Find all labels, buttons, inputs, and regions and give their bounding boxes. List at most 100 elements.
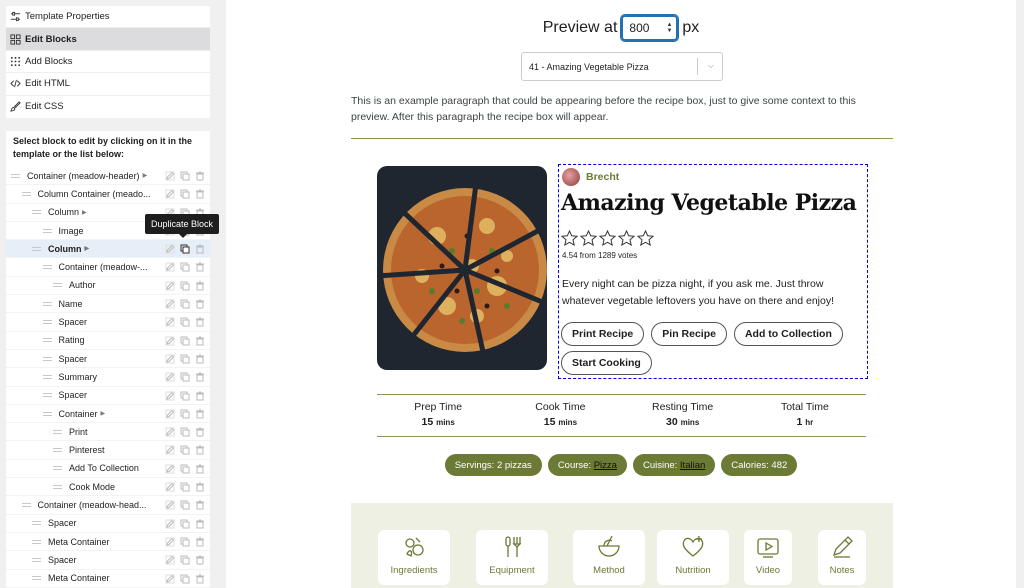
menu-add-blocks[interactable]: Add Blocks	[6, 51, 210, 74]
drag-handle-icon[interactable]	[32, 576, 41, 581]
edit-icon[interactable]	[165, 336, 175, 346]
edit-icon[interactable]	[165, 189, 175, 199]
duplicate-icon[interactable]	[180, 354, 190, 364]
trash-icon[interactable]	[195, 189, 205, 199]
menu-edit-html[interactable]: Edit HTML	[6, 73, 210, 96]
block-row[interactable]: Spacer	[6, 313, 210, 332]
edit-icon[interactable]	[165, 427, 175, 437]
drag-handle-icon[interactable]	[32, 246, 41, 251]
edit-icon[interactable]	[165, 574, 175, 584]
trash-icon[interactable]	[195, 171, 205, 181]
duplicate-icon[interactable]	[180, 464, 190, 474]
drag-handle-icon[interactable]	[11, 173, 20, 178]
block-row[interactable]: Column Container (meado...	[6, 185, 210, 204]
drag-handle-icon[interactable]	[53, 283, 62, 288]
block-row[interactable]: Name	[6, 295, 210, 314]
drag-handle-icon[interactable]	[42, 301, 52, 306]
nav-video[interactable]: Video	[744, 530, 792, 585]
block-row[interactable]: Container (meadow-head...	[6, 496, 210, 515]
trash-icon[interactable]	[195, 317, 205, 327]
menu-edit-blocks[interactable]: Edit Blocks	[6, 28, 210, 51]
trash-icon[interactable]	[195, 244, 205, 254]
preview-width-input[interactable]: 800 ▲ ▼	[621, 15, 679, 41]
drag-handle-icon[interactable]	[32, 521, 41, 526]
duplicate-icon[interactable]	[180, 317, 190, 327]
caret-right-icon[interactable]: ▶	[143, 172, 148, 179]
trash-icon[interactable]	[195, 427, 205, 437]
block-row[interactable]: Meta Container	[6, 533, 210, 552]
edit-icon[interactable]	[165, 281, 175, 291]
duplicate-icon[interactable]	[180, 409, 190, 419]
menu-template-properties[interactable]: Template Properties	[6, 6, 210, 29]
duplicate-icon[interactable]	[180, 537, 190, 547]
trash-icon[interactable]	[195, 336, 205, 346]
drag-handle-icon[interactable]	[42, 265, 52, 270]
duplicate-icon[interactable]	[180, 299, 190, 309]
start-cooking-button[interactable]: Start Cooking	[561, 351, 652, 375]
star-icon[interactable]	[599, 230, 616, 247]
edit-icon[interactable]	[165, 500, 175, 510]
duplicate-icon[interactable]	[180, 262, 190, 272]
drag-handle-icon[interactable]	[42, 374, 52, 379]
selected-column[interactable]: Brecht Amazing Vegetable Pizza 4.54 from…	[558, 164, 868, 379]
duplicate-icon[interactable]	[180, 244, 190, 254]
duplicate-icon[interactable]	[180, 445, 190, 455]
pin-recipe-button[interactable]: Pin Recipe	[651, 322, 727, 346]
edit-icon[interactable]	[165, 317, 175, 327]
spinner-icon[interactable]: ▲ ▼	[666, 22, 672, 34]
nav-notes[interactable]: Notes	[818, 530, 866, 585]
drag-handle-icon[interactable]	[42, 320, 52, 325]
block-row[interactable]: Spacer	[6, 350, 210, 369]
drag-handle-icon[interactable]	[21, 191, 31, 196]
trash-icon[interactable]	[195, 372, 205, 382]
duplicate-icon[interactable]	[180, 372, 190, 382]
edit-icon[interactable]	[165, 262, 175, 272]
edit-icon[interactable]	[165, 409, 175, 419]
block-row[interactable]: Container (meadow-...	[6, 258, 210, 277]
trash-icon[interactable]	[195, 391, 205, 401]
drag-handle-icon[interactable]	[21, 502, 31, 507]
drag-handle-icon[interactable]	[32, 557, 41, 562]
trash-icon[interactable]	[195, 299, 205, 309]
duplicate-icon[interactable]	[180, 281, 190, 291]
caret-right-icon[interactable]: ▶	[85, 245, 90, 252]
drag-handle-icon[interactable]	[32, 210, 41, 215]
trash-icon[interactable]	[195, 445, 205, 455]
trash-icon[interactable]	[195, 262, 205, 272]
drag-handle-icon[interactable]	[42, 411, 52, 416]
edit-icon[interactable]	[165, 244, 175, 254]
drag-handle-icon[interactable]	[53, 466, 62, 471]
edit-icon[interactable]	[165, 299, 175, 309]
block-row[interactable]: Cook Mode	[6, 478, 210, 497]
star-icon[interactable]	[580, 230, 597, 247]
edit-icon[interactable]	[165, 555, 175, 565]
edit-icon[interactable]	[165, 445, 175, 455]
edit-icon[interactable]	[165, 391, 175, 401]
duplicate-icon[interactable]	[180, 391, 190, 401]
drag-handle-icon[interactable]	[32, 539, 41, 544]
block-row[interactable]: Column ▶	[6, 240, 210, 259]
duplicate-icon[interactable]	[180, 189, 190, 199]
block-row[interactable]: Container (meadow-header) ▶	[6, 167, 210, 186]
block-row[interactable]: Add To Collection	[6, 460, 210, 479]
trash-icon[interactable]	[195, 464, 205, 474]
trash-icon[interactable]	[195, 281, 205, 291]
duplicate-icon[interactable]	[180, 574, 190, 584]
drag-handle-icon[interactable]	[42, 393, 52, 398]
block-row[interactable]: Rating	[6, 332, 210, 350]
block-row[interactable]: Container ▶	[6, 405, 210, 424]
trash-icon[interactable]	[195, 482, 205, 492]
duplicate-icon[interactable]	[180, 500, 190, 510]
nav-ingredients[interactable]: Ingredients	[378, 530, 450, 585]
star-icon[interactable]	[637, 230, 654, 247]
drag-handle-icon[interactable]	[53, 484, 62, 489]
drag-handle-icon[interactable]	[42, 228, 52, 233]
chevron-down-icon[interactable]: ⌵	[708, 61, 714, 71]
trash-icon[interactable]	[195, 574, 205, 584]
caret-right-icon[interactable]: ▶	[82, 209, 87, 216]
edit-icon[interactable]	[165, 537, 175, 547]
nav-nutrition[interactable]: Nutrition	[657, 530, 729, 585]
block-row[interactable]: Author	[6, 277, 210, 296]
block-row[interactable]: Print	[6, 423, 210, 442]
drag-handle-icon[interactable]	[53, 448, 62, 453]
